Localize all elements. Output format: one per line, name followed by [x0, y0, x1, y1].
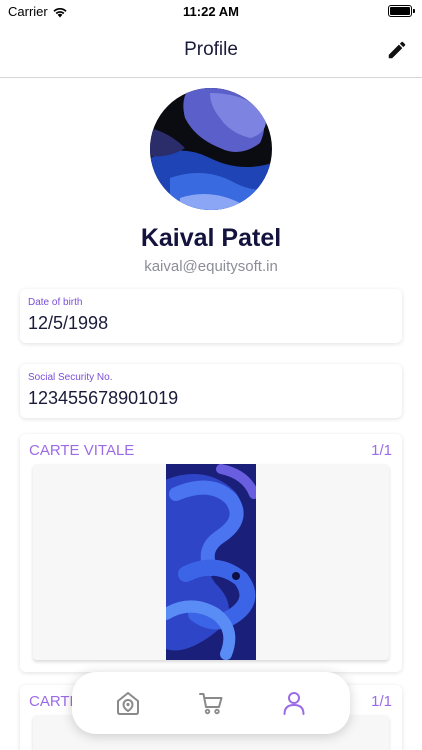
avatar-image	[150, 88, 272, 210]
edit-profile-button[interactable]	[384, 37, 410, 63]
profile-name: Kaival Patel	[140, 224, 282, 252]
tab-cart[interactable]	[191, 683, 231, 723]
bottom-tab-bar	[72, 672, 350, 734]
profile-icon	[283, 692, 305, 715]
date-of-birth-field: Date of birth 12/5/1998	[20, 289, 402, 343]
document-card-carte-vitale[interactable]: CARTE VITALE 1/1	[20, 434, 402, 672]
page-title: Profile	[184, 39, 238, 60]
avatar	[150, 88, 272, 210]
document-count: 1/1	[371, 442, 392, 459]
field-value: 123455678901019	[28, 388, 179, 408]
status-time: 11:22 AM	[183, 4, 239, 19]
profile-email: kaival@equitysoft.in	[144, 258, 278, 275]
pencil-icon	[388, 41, 406, 59]
social-security-field: Social Security No. 123455678901019	[20, 364, 402, 418]
field-label: Social Security No.	[28, 372, 113, 383]
field-value: 12/5/1998	[28, 313, 109, 333]
cart-icon	[198, 693, 223, 715]
navigation-bar: Profile	[0, 24, 422, 78]
field-label: Date of birth	[28, 297, 83, 308]
document-title: CARTE VITALE	[29, 442, 135, 459]
document-image	[166, 464, 256, 660]
home-icon	[116, 692, 139, 715]
status-bar: Carrier 11:22 AM	[0, 0, 422, 24]
tab-home[interactable]	[108, 683, 148, 723]
tab-profile[interactable]	[274, 683, 314, 723]
document-count: 1/1	[371, 693, 392, 710]
battery-icon	[388, 5, 415, 17]
document-preview[interactable]	[33, 464, 389, 660]
